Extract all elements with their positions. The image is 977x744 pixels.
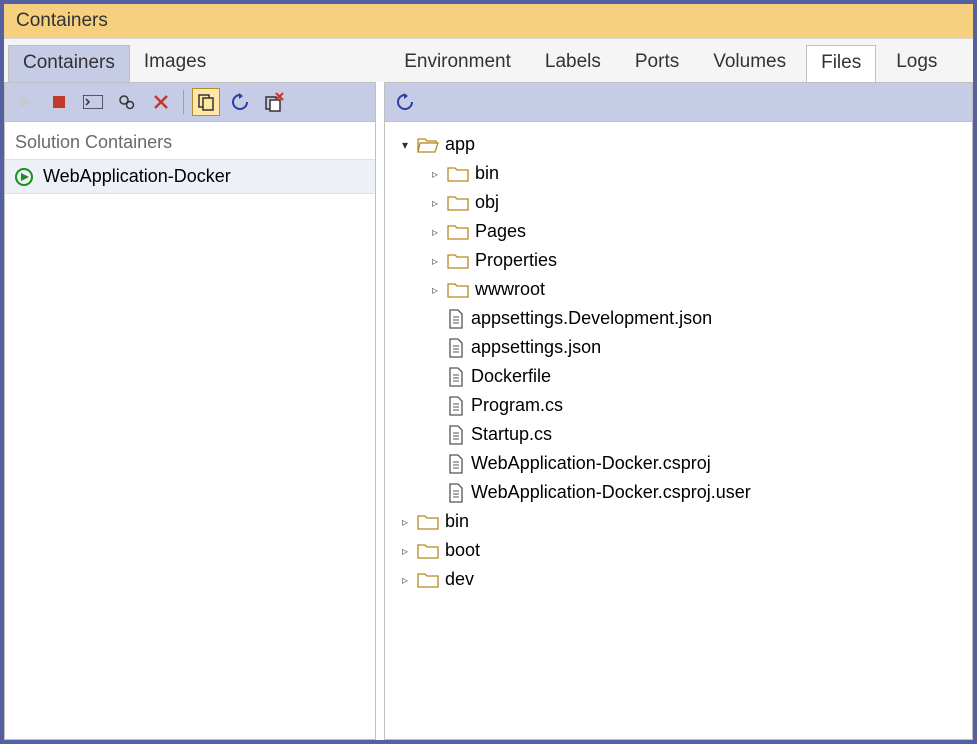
tree-node-label[interactable]: WebApplication-Docker.csproj: [471, 453, 711, 474]
remove-container-icon[interactable]: [260, 88, 288, 116]
tree-node-label[interactable]: app: [445, 134, 475, 155]
folder-open-icon: [417, 136, 439, 154]
tab-labels[interactable]: Labels: [531, 45, 615, 82]
files-toolbar: [384, 82, 973, 122]
tree-node-label[interactable]: appsettings.json: [471, 337, 601, 358]
tab-bar: Containers Images Environment Labels Por…: [4, 39, 973, 82]
file-icon: [447, 425, 465, 445]
file-icon: [447, 454, 465, 474]
tree-node-label[interactable]: Startup.cs: [471, 424, 552, 445]
toolbar-separator: [183, 90, 184, 114]
folder-icon: [417, 513, 439, 531]
file-icon: [447, 483, 465, 503]
tree-node-label[interactable]: bin: [445, 511, 469, 532]
folder-icon: [417, 542, 439, 560]
delete-icon[interactable]: [147, 88, 175, 116]
tree-node-label[interactable]: Dockerfile: [471, 366, 551, 387]
tab-ports[interactable]: Ports: [621, 45, 693, 82]
tree-node-label[interactable]: obj: [475, 192, 499, 213]
gear-icon[interactable]: [113, 88, 141, 116]
tree-node-label[interactable]: wwwroot: [475, 279, 545, 300]
tab-volumes[interactable]: Volumes: [699, 45, 800, 82]
tree-node-label[interactable]: boot: [445, 540, 480, 561]
tree-node-label[interactable]: Program.cs: [471, 395, 563, 416]
terminal-icon[interactable]: [79, 88, 107, 116]
container-name: WebApplication-Docker: [43, 166, 231, 187]
chevron-right-icon[interactable]: ▹: [429, 196, 441, 210]
tab-containers[interactable]: Containers: [8, 45, 130, 82]
refresh-icon[interactable]: [226, 88, 254, 116]
chevron-right-icon[interactable]: ▹: [399, 573, 411, 587]
folder-icon: [447, 194, 469, 212]
tab-logs[interactable]: Logs: [882, 45, 951, 82]
tab-files[interactable]: Files: [806, 45, 876, 82]
tab-environment[interactable]: Environment: [390, 45, 525, 82]
tab-images[interactable]: Images: [130, 45, 220, 82]
stop-icon[interactable]: [45, 88, 73, 116]
file-icon: [447, 309, 465, 329]
refresh-files-icon[interactable]: [391, 88, 419, 116]
tree-node-label[interactable]: WebApplication-Docker.csproj.user: [471, 482, 751, 503]
tree-node-label[interactable]: Properties: [475, 250, 557, 271]
chevron-right-icon[interactable]: ▹: [429, 167, 441, 181]
tree-node-label[interactable]: appsettings.Development.json: [471, 308, 712, 329]
folder-icon: [417, 571, 439, 589]
chevron-right-icon[interactable]: ▹: [429, 225, 441, 239]
solution-containers-header: Solution Containers: [5, 122, 375, 159]
folder-icon: [447, 223, 469, 241]
chevron-right-icon[interactable]: ▹: [429, 283, 441, 297]
file-icon: [447, 396, 465, 416]
folder-icon: [447, 252, 469, 270]
tree-node-label[interactable]: Pages: [475, 221, 526, 242]
running-icon: [15, 168, 33, 186]
chevron-right-icon[interactable]: ▹: [399, 544, 411, 558]
copy-icon[interactable]: [192, 88, 220, 116]
play-icon[interactable]: [11, 88, 39, 116]
chevron-right-icon[interactable]: ▹: [399, 515, 411, 529]
file-icon: [447, 338, 465, 358]
container-item[interactable]: WebApplication-Docker: [5, 159, 375, 194]
folder-icon: [447, 165, 469, 183]
chevron-right-icon[interactable]: ▹: [429, 254, 441, 268]
chevron-down-icon[interactable]: ▾: [399, 138, 411, 152]
file-icon: [447, 367, 465, 387]
window-title: Containers: [4, 4, 973, 39]
tree-node-label[interactable]: bin: [475, 163, 499, 184]
folder-icon: [447, 281, 469, 299]
file-tree[interactable]: ▾ app ▹ bin ▹ obj: [385, 122, 972, 602]
containers-toolbar: [4, 82, 376, 122]
tree-node-label[interactable]: dev: [445, 569, 474, 590]
